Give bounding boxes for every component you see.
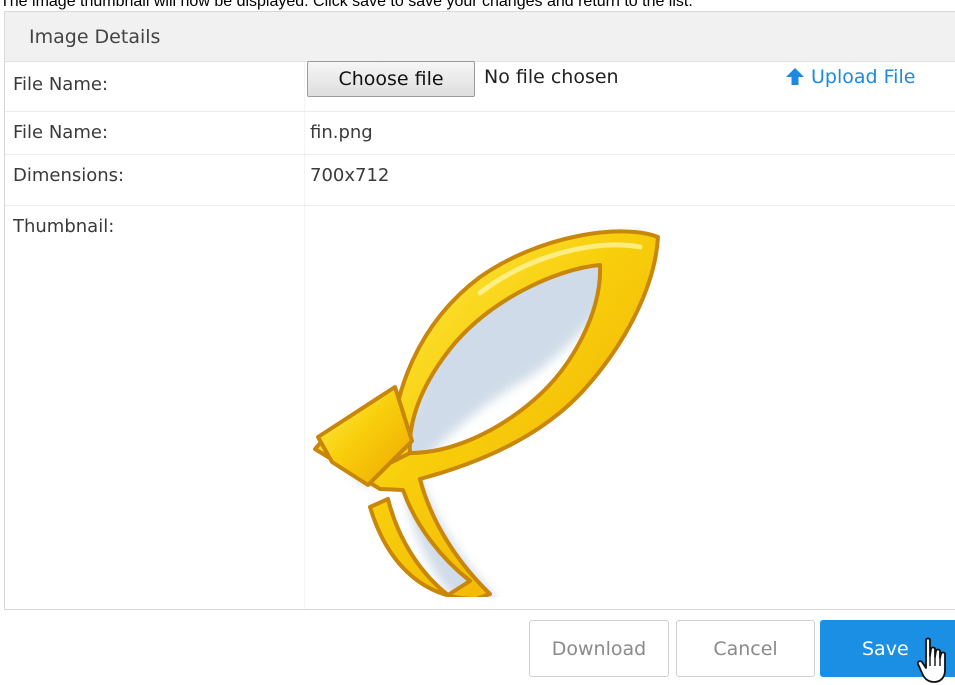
panel-header: Image Details — [5, 12, 955, 62]
upload-file-label: Upload File — [811, 66, 916, 88]
upload-file-link[interactable]: Upload File — [785, 66, 915, 88]
dimensions-value: 700x712 — [310, 165, 390, 186]
cancel-button[interactable]: Cancel — [676, 620, 815, 677]
ichthys-fish-image — [313, 229, 660, 597]
panel-title: Image Details — [29, 25, 161, 48]
arrow-up-icon — [786, 68, 804, 85]
download-button[interactable]: Download — [529, 620, 669, 677]
thumbnail-label: Thumbnail: — [13, 216, 115, 237]
hand-pointer-icon — [917, 637, 946, 683]
choose-file-button[interactable]: Choose file — [307, 61, 475, 97]
upload-label: File Name: — [13, 74, 109, 95]
instruction-text: The image thumbnail will now be displaye… — [0, 0, 693, 10]
dimensions-label: Dimensions: — [13, 165, 125, 186]
dimensions-row: Dimensions: 700x712 — [5, 155, 955, 206]
file-name-value: fin.png — [310, 122, 373, 143]
file-name-row: File Name: fin.png — [5, 112, 955, 155]
no-file-chosen-text: No file chosen — [484, 66, 619, 88]
file-name-label: File Name: — [13, 122, 109, 143]
